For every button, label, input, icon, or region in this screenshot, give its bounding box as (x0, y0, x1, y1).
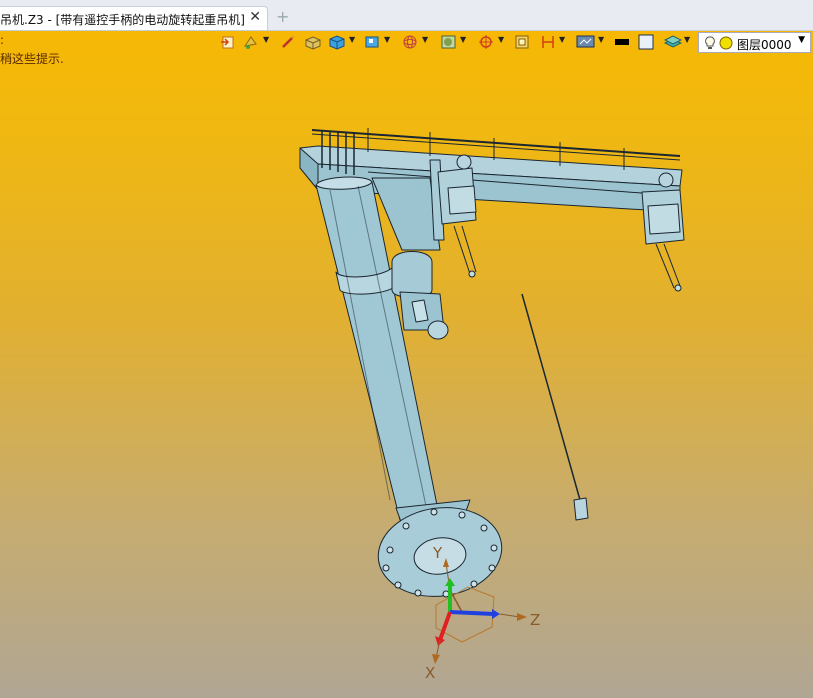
paint-icon[interactable] (242, 34, 260, 52)
color-white-icon[interactable] (638, 34, 654, 52)
chevron-down-icon[interactable]: ▼ (460, 35, 466, 44)
dimension-icon[interactable] (540, 34, 556, 52)
3d-viewport[interactable]: Y Z X (0, 56, 813, 698)
layer-name: 图层0000 (737, 38, 792, 52)
chevron-down-icon[interactable]: ▼ (498, 35, 504, 44)
chevron-down-icon[interactable]: ▼ (384, 35, 390, 44)
display-mode-icon[interactable] (576, 34, 596, 52)
import-icon[interactable] (220, 34, 236, 52)
axis-y-label: Y (432, 544, 443, 562)
chevron-down-icon[interactable]: ▼ (598, 35, 604, 44)
hint-marker: : (0, 33, 5, 47)
close-icon[interactable]: ✕ (249, 9, 261, 25)
layer-stack-icon[interactable] (664, 34, 682, 52)
pen-icon[interactable] (280, 34, 296, 52)
chevron-down-icon[interactable]: ▼ (349, 35, 355, 44)
chevron-down-icon[interactable]: ▼ (684, 35, 690, 44)
axis-z-label: Z (530, 611, 540, 629)
layer-color-icon (719, 36, 733, 53)
chevron-down-icon[interactable]: ▼ (422, 35, 428, 44)
view-toolbar: ▼ ▼ ▼ ▼ ▼ ▼ ▼ ▼ ▼ 图层0000 ▼ (214, 31, 813, 55)
document-tab[interactable]: 吊机.Z3 - [带有遥控手柄的电动旋转起重吊机] ✕ (0, 6, 268, 30)
add-tab-icon[interactable]: + (276, 7, 289, 26)
tab-bar: 吊机.Z3 - [带有遥控手柄的电动旋转起重吊机] ✕ + (0, 0, 813, 31)
chevron-down-icon[interactable]: ▼ (798, 35, 805, 45)
document-tab-title: 吊机.Z3 - [带有遥控手柄的电动旋转起重吊机] (0, 13, 245, 27)
crosshair-icon[interactable] (478, 34, 496, 52)
crane-model (299, 128, 685, 598)
chevron-down-icon[interactable]: ▼ (263, 35, 269, 44)
hoist-left (437, 154, 477, 278)
block-icon[interactable] (304, 34, 322, 52)
wireframe-sphere-icon[interactable] (401, 34, 419, 52)
chevron-down-icon[interactable]: ▼ (559, 35, 565, 44)
cube-icon[interactable] (328, 34, 346, 52)
view-cube-icon[interactable] (364, 34, 382, 52)
color-black-icon[interactable] (614, 34, 630, 52)
frame-icon[interactable] (514, 34, 530, 52)
layer-dropdown[interactable]: 图层0000 ▼ (698, 32, 811, 53)
lightbulb-icon[interactable] (703, 35, 717, 54)
axis-x-label: X (425, 664, 435, 682)
render-style-icon[interactable] (440, 34, 458, 52)
pendant-controller (521, 293, 589, 521)
